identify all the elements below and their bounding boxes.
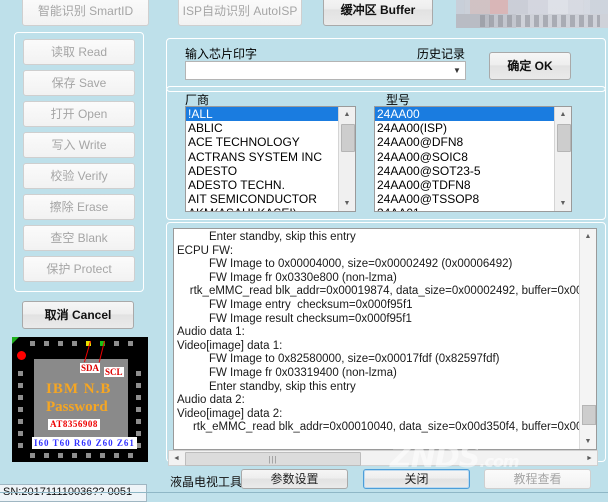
buffer-button[interactable]: 缓冲区 Buffer bbox=[323, 0, 433, 26]
list-item[interactable]: 24AA00@SOIC8 bbox=[375, 150, 555, 164]
erase-button[interactable]: 擦除 Erase bbox=[23, 194, 135, 220]
smartid-button[interactable]: 智能识别 SmartID bbox=[22, 0, 149, 26]
tutorial-button[interactable]: 教程查看 bbox=[484, 469, 591, 489]
list-item[interactable]: AIT SEMICONDUCTOR bbox=[186, 192, 339, 206]
autoisp-button[interactable]: ISP自动识别 AutoISP bbox=[178, 0, 302, 26]
list-item[interactable]: 24AA01 bbox=[375, 206, 555, 211]
chevron-down-icon[interactable]: ▼ bbox=[449, 62, 465, 79]
list-item[interactable]: ADESTO bbox=[186, 164, 339, 178]
list-item[interactable]: 24AA00@TDFN8 bbox=[375, 178, 555, 192]
vendor-list-items[interactable]: !ALL ABLIC ACE TECHNOLOGY ACTRANS SYSTEM IN… bbox=[186, 107, 339, 211]
open-label: 打开 Open bbox=[50, 107, 108, 121]
save-label: 保存 Save bbox=[51, 76, 107, 90]
scroll-up-icon[interactable]: ▲ bbox=[555, 107, 571, 122]
operation-button-group: 读取 Read 保存 Save 打开 Open 写入 Write 校验 Veri… bbox=[14, 32, 144, 292]
list-item[interactable]: 24AA00(ISP) bbox=[375, 121, 555, 135]
close-button[interactable]: 关闭 bbox=[363, 469, 470, 489]
scroll-up-icon[interactable]: ▲ bbox=[580, 229, 596, 244]
list-item[interactable]: !ALL bbox=[186, 107, 339, 122]
list-item[interactable]: ABLIC bbox=[186, 121, 339, 135]
log-scroll-thumb[interactable] bbox=[582, 405, 596, 425]
chip-corner-marker-icon bbox=[12, 337, 19, 344]
save-button[interactable]: 保存 Save bbox=[23, 70, 135, 96]
tv-tools-label: 液晶电视工具 bbox=[170, 475, 243, 489]
history-label: 历史记录 bbox=[417, 47, 466, 61]
close-label: 关闭 bbox=[404, 472, 429, 486]
chip-pin1-dot-icon bbox=[17, 351, 26, 360]
open-button[interactable]: 打开 Open bbox=[23, 101, 135, 127]
model-scroll-thumb[interactable] bbox=[557, 124, 571, 152]
scroll-left-icon[interactable]: ◄ bbox=[169, 451, 184, 465]
smartid-label: 智能识别 SmartID bbox=[37, 4, 134, 18]
list-item[interactable]: 24AA00@TSSOP8 bbox=[375, 192, 555, 206]
model-list-items[interactable]: 24AA00 24AA00(ISP) 24AA00@DFN8 24AA00@SOIC8… bbox=[375, 107, 555, 211]
cancel-label: 取消 Cancel bbox=[44, 308, 112, 322]
ok-button[interactable]: 确定 OK bbox=[489, 52, 571, 80]
list-item[interactable]: AKM(ASAHI KASEI) bbox=[186, 206, 339, 211]
chip-input-combobox[interactable]: ▼ bbox=[185, 61, 466, 80]
chip-part-code: AT8356908 bbox=[48, 419, 100, 430]
cancel-button[interactable]: 取消 Cancel bbox=[22, 301, 134, 329]
list-item[interactable]: ADESTO TECHN. bbox=[186, 178, 339, 192]
list-item[interactable]: 24AA00 bbox=[375, 107, 555, 122]
autoisp-label: ISP自动识别 AutoISP bbox=[182, 4, 298, 18]
model-scrollbar[interactable]: ▲ ▼ bbox=[554, 107, 571, 211]
chip-input-label: 输入芯片印字 bbox=[185, 47, 258, 61]
scroll-down-icon[interactable]: ▼ bbox=[580, 434, 596, 449]
chip-caption-line1: IBM N.B bbox=[46, 381, 112, 397]
protect-button[interactable]: 保护 Protect bbox=[23, 256, 135, 282]
params-settings-button[interactable]: 参数设置 bbox=[241, 469, 348, 489]
log-horizontal-scrollbar[interactable]: ◄ ||| ► bbox=[168, 450, 598, 466]
scl-pin-label: SCL bbox=[104, 367, 124, 377]
blank-label: 查空 Blank bbox=[50, 231, 108, 245]
log-text: Enter standby, skip this entry ECPU FW: … bbox=[177, 231, 597, 434]
vendor-scrollbar[interactable]: ▲ ▼ bbox=[338, 107, 355, 211]
chip-input[interactable] bbox=[186, 62, 449, 79]
vendor-scroll-thumb[interactable] bbox=[341, 124, 355, 152]
log-vertical-scrollbar[interactable]: ▲ ▼ bbox=[579, 229, 596, 449]
scroll-up-icon[interactable]: ▲ bbox=[339, 107, 355, 122]
vendor-listbox[interactable]: !ALL ABLIC ACE TECHNOLOGY ACTRANS SYSTEM IN… bbox=[185, 106, 356, 212]
ok-label: 确定 OK bbox=[507, 59, 553, 73]
scroll-down-icon[interactable]: ▼ bbox=[339, 196, 355, 211]
scroll-down-icon[interactable]: ▼ bbox=[555, 196, 571, 211]
blurred-text-smudge bbox=[480, 15, 600, 27]
window-separator bbox=[0, 492, 608, 493]
tutorial-label: 教程查看 bbox=[513, 472, 562, 486]
verify-button[interactable]: 校验 Verify bbox=[23, 163, 135, 189]
erase-label: 擦除 Erase bbox=[49, 200, 109, 214]
app-window: 智能识别 SmartID ISP自动识别 AutoISP 缓冲区 Buffer … bbox=[0, 0, 608, 502]
chip-reference-image: SDA SCL IBM N.B Password AT8356908 I60 T… bbox=[12, 337, 148, 462]
list-item[interactable]: ACE TECHNOLOGY bbox=[186, 135, 339, 149]
serial-number-box: SN:201711110036?? 0051 bbox=[0, 484, 147, 502]
list-item[interactable]: ACTRANS SYSTEM INC bbox=[186, 150, 339, 164]
scroll-right-icon[interactable]: ► bbox=[582, 451, 597, 465]
write-button[interactable]: 写入 Write bbox=[23, 132, 135, 158]
list-item[interactable]: 24AA00@DFN8 bbox=[375, 135, 555, 149]
buffer-label: 缓冲区 Buffer bbox=[340, 3, 416, 17]
chip-caption-line2: Password bbox=[46, 399, 108, 415]
verify-label: 校验 Verify bbox=[50, 169, 108, 183]
sda-pin-label: SDA bbox=[80, 363, 101, 373]
log-textarea[interactable]: Enter standby, skip this entry ECPU FW: … bbox=[173, 228, 597, 450]
model-listbox[interactable]: 24AA00 24AA00(ISP) 24AA00@DFN8 24AA00@SOIC8… bbox=[374, 106, 572, 212]
read-label: 读取 Read bbox=[50, 45, 108, 59]
log-hscroll-thumb[interactable]: ||| bbox=[185, 452, 361, 466]
write-label: 写入 Write bbox=[51, 138, 107, 152]
list-item[interactable]: 24AA00@SOT23-5 bbox=[375, 164, 555, 178]
protect-label: 保护 Protect bbox=[46, 262, 112, 276]
blank-button[interactable]: 查空 Blank bbox=[23, 225, 135, 251]
chip-model-list: I60 T60 R60 Z60 Z61 bbox=[32, 437, 137, 449]
params-label: 参数设置 bbox=[270, 472, 319, 486]
read-button[interactable]: 读取 Read bbox=[23, 39, 135, 65]
